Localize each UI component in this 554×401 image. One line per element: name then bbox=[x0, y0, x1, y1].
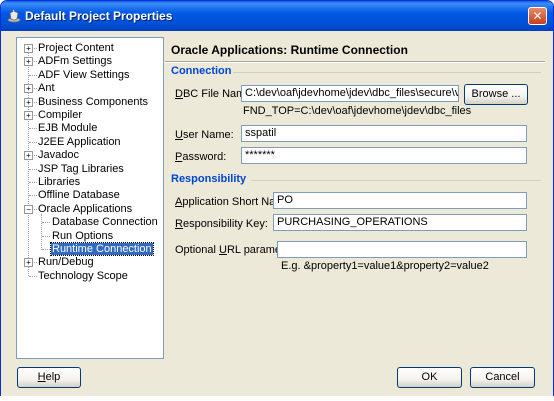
fnd-top-text: FND_TOP=C:\dev\oaf\jdevhome\jdev\dbc_fil… bbox=[243, 105, 472, 117]
tree-branch-line bbox=[29, 275, 37, 277]
tree-item-label: JSP Tag Libraries bbox=[38, 162, 124, 175]
tree-item-run-options[interactable]: Run Options bbox=[51, 230, 114, 243]
tree-item-label: Oracle Applications bbox=[38, 202, 133, 215]
tree-branch-line bbox=[29, 195, 37, 197]
tree-branch-line bbox=[29, 168, 37, 170]
title-bar[interactable]: Default Project Properties ✕ bbox=[1, 1, 553, 31]
tree-item-label: Business Components bbox=[38, 95, 149, 108]
tree-item-label: Run/Debug bbox=[38, 256, 94, 269]
tree-item-label: Runtime Connection bbox=[50, 242, 154, 256]
app-cup-icon bbox=[7, 9, 21, 23]
help-button[interactable]: Help bbox=[17, 367, 81, 388]
dialog-window: Default Project Properties ✕ + Project Co… bbox=[0, 0, 554, 397]
tree-branch-line bbox=[29, 128, 37, 130]
tree-item-label: Database Connection bbox=[52, 216, 158, 229]
tree-branch-line bbox=[29, 74, 37, 76]
tree-item-adf-view-settings[interactable]: ADF View Settings bbox=[37, 69, 131, 82]
tree-item-ejb-module[interactable]: EJB Module bbox=[37, 122, 98, 135]
settings-tree[interactable]: + Project Content + ADFm Settings ADF View S… bbox=[16, 37, 164, 359]
ok-button[interactable]: OK bbox=[397, 367, 462, 388]
connection-group-title: Connection bbox=[171, 65, 232, 77]
expand-icon[interactable]: + bbox=[24, 111, 33, 120]
dbc-file-input[interactable]: C:\dev\oaf\jdevhome\jdev\dbc_files\secur… bbox=[241, 85, 459, 102]
window-title: Default Project Properties bbox=[25, 9, 173, 23]
tree-item-technology-scope[interactable]: Technology Scope bbox=[37, 270, 129, 283]
tree-item-label: Ant bbox=[38, 82, 55, 95]
tree-item-project-content[interactable]: Project Content bbox=[37, 42, 115, 55]
tree-item-label: ADF View Settings bbox=[38, 68, 130, 81]
page-title: Oracle Applications: Runtime Connection bbox=[171, 43, 408, 57]
tree-item-label: Javadoc bbox=[38, 149, 79, 162]
tree-item-adfm-settings[interactable]: ADFm Settings bbox=[37, 55, 113, 68]
tree-item-label: J2EE Application bbox=[38, 135, 121, 148]
password-label: Password: bbox=[175, 151, 227, 163]
tree-item-label: EJB Module bbox=[38, 122, 98, 135]
tree-sub-connector-line bbox=[41, 213, 42, 250]
tree-item-oracle-applications[interactable]: Oracle Applications bbox=[37, 203, 133, 216]
url-parameters-input[interactable] bbox=[277, 241, 527, 258]
responsibility-key-input[interactable]: PURCHASING_OPERATIONS bbox=[273, 214, 527, 231]
responsibility-group-line bbox=[251, 180, 541, 181]
tree-item-runtime-connection[interactable]: Runtime Connection bbox=[50, 242, 154, 256]
tree-item-database-connection[interactable]: Database Connection bbox=[51, 216, 159, 229]
tree-item-javadoc[interactable]: Javadoc bbox=[37, 149, 80, 162]
url-parameters-hint: E.g. &property1=value1&property2=value2 bbox=[281, 260, 489, 272]
tree-item-libraries[interactable]: Libraries bbox=[37, 176, 81, 189]
expand-icon[interactable]: + bbox=[24, 84, 33, 94]
tree-item-label: Project Content bbox=[38, 42, 114, 54]
tree-branch-line bbox=[29, 141, 37, 143]
tree-item-business-components[interactable]: Business Components bbox=[37, 96, 149, 109]
tree-item-label: Run Options bbox=[52, 229, 114, 242]
settings-panel: Oracle Applications: Runtime Connection … bbox=[165, 37, 549, 357]
title-divider bbox=[165, 61, 545, 63]
tree-item-label: ADFm Settings bbox=[38, 55, 112, 68]
expand-icon[interactable]: + bbox=[24, 151, 33, 161]
tree-connector-line bbox=[28, 48, 29, 276]
tree-item-label: Compiler bbox=[38, 109, 83, 121]
expand-icon[interactable]: + bbox=[24, 44, 33, 53]
responsibility-group-title: Responsibility bbox=[171, 173, 247, 185]
expand-icon[interactable]: + bbox=[24, 97, 33, 107]
password-input[interactable]: ******* bbox=[241, 147, 527, 164]
dialog-body: + Project Content + ADFm Settings ADF View S… bbox=[5, 31, 549, 392]
browse-button[interactable]: Browse ... bbox=[464, 84, 528, 105]
expand-icon[interactable]: + bbox=[24, 57, 33, 67]
tree-item-label: Offline Database bbox=[38, 189, 120, 202]
user-name-label: User Name: bbox=[175, 129, 234, 141]
tree-item-j2ee-application[interactable]: J2EE Application bbox=[37, 136, 122, 149]
tree-branch-line bbox=[42, 222, 50, 224]
collapse-icon[interactable]: − bbox=[24, 204, 33, 214]
user-name-input[interactable]: sspatil bbox=[241, 125, 527, 142]
tree-item-label: Libraries bbox=[38, 176, 81, 188]
tree-item-ant[interactable]: Ant bbox=[37, 82, 56, 95]
tree-item-run-debug[interactable]: Run/Debug bbox=[37, 256, 95, 269]
tree-item-jsp-tag-libraries[interactable]: JSP Tag Libraries bbox=[37, 163, 125, 176]
cancel-button[interactable]: Cancel bbox=[470, 367, 535, 388]
app-short-name-input[interactable]: PO bbox=[273, 192, 527, 209]
responsibility-key-label: Responsibility Key: bbox=[175, 218, 268, 230]
tree-item-compiler[interactable]: Compiler bbox=[37, 109, 83, 122]
tree-item-label: Technology Scope bbox=[38, 269, 128, 282]
tree-branch-line bbox=[42, 249, 50, 250]
connection-group-line bbox=[233, 72, 541, 73]
close-button[interactable]: ✕ bbox=[528, 7, 547, 25]
tree-item-offline-database[interactable]: Offline Database bbox=[37, 189, 121, 202]
screen-bottom-strip bbox=[0, 396, 554, 401]
tree-branch-line bbox=[42, 235, 50, 237]
expand-icon[interactable]: + bbox=[24, 258, 33, 268]
close-icon: ✕ bbox=[532, 9, 543, 23]
tree-branch-line bbox=[29, 182, 37, 183]
